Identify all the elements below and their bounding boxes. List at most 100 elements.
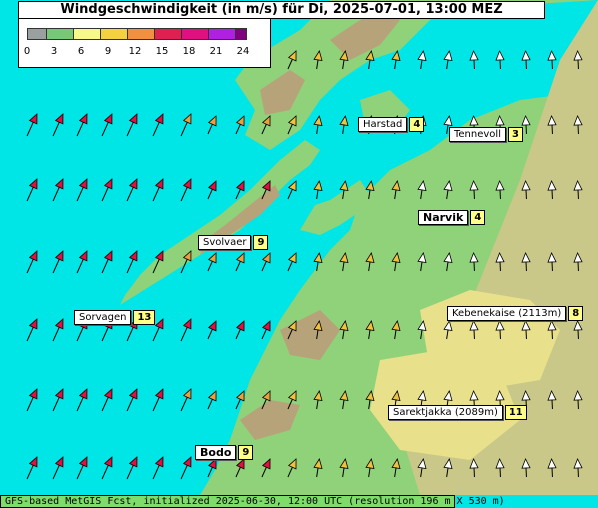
wind-arrow-head (154, 318, 164, 330)
wind-arrow-head (313, 180, 323, 191)
wind-arrow-head (78, 250, 88, 262)
wind-speed-legend: 0 3 6 9 12 15 18 21 24 (18, 18, 271, 68)
wind-arrow-head (261, 320, 271, 332)
wind-arrow-head (78, 388, 88, 400)
legend-swatch (235, 28, 247, 40)
place-wind-value: 9 (238, 445, 254, 460)
place-wind-value: 13 (133, 310, 156, 325)
map-canvas (26, 0, 598, 495)
wind-arrow-head (339, 180, 349, 191)
wind-arrow-head (28, 178, 38, 190)
forecast-footer: GFS-based MetGIS Fcst, initialized 2025-… (0, 495, 505, 508)
wind-arrow-head (54, 250, 64, 262)
legend-tick-label: 18 (182, 46, 196, 57)
wind-arrow-head (313, 115, 323, 126)
wind-arrow-head (54, 388, 64, 400)
wind-arrow-head (207, 390, 217, 402)
wind-arrow-head (182, 113, 192, 125)
place-name: Bodo (195, 445, 237, 460)
wind-arrow-head (78, 456, 88, 468)
legend-swatch (73, 28, 101, 40)
wind-arrow-head (103, 388, 113, 400)
wind-arrow-head (78, 113, 88, 125)
wind-arrow-head (128, 178, 138, 190)
wind-arrow-head (54, 178, 64, 190)
wind-arrow-head (207, 320, 217, 332)
wind-arrow-head (261, 252, 271, 264)
wind-arrow-head (28, 318, 38, 330)
place-label-sorvagen: Sorvagen 13 (74, 310, 156, 325)
legend-swatch (127, 28, 155, 40)
wind-arrow-head (154, 178, 164, 190)
wind-arrow-head (182, 318, 192, 330)
legend-tick-label: 24 (236, 46, 250, 57)
wind-arrow-head (207, 180, 217, 192)
legend-swatch (208, 28, 236, 40)
wind-arrow-head (128, 250, 138, 262)
wind-arrow-head (287, 180, 297, 192)
wind-arrow-head (182, 456, 192, 468)
legend-swatch (154, 28, 182, 40)
wind-arrow-head (28, 113, 38, 125)
place-wind-value: 3 (507, 127, 523, 142)
map-title: Windgeschwindigkeit (in m/s) für Di, 202… (18, 1, 545, 19)
place-label-narvik: Narvik 4 (418, 210, 486, 225)
wind-arrow-head (78, 178, 88, 190)
place-name: Sorvagen (74, 310, 132, 325)
wind-arrow-head (54, 456, 64, 468)
legend-color-bar (27, 28, 247, 40)
wind-map: Windgeschwindigkeit (in m/s) für Di, 202… (0, 0, 598, 508)
wind-arrow-head (128, 456, 138, 468)
wind-arrow-head (469, 50, 479, 61)
legend-tick-label: 3 (50, 46, 58, 57)
wind-arrow-head (495, 50, 505, 61)
wind-arrow-head (54, 113, 64, 125)
wind-arrow-head (54, 318, 64, 330)
wind-arrow-head (28, 388, 38, 400)
legend-tick-label: 12 (128, 46, 142, 57)
wind-arrow-head (235, 320, 245, 332)
wind-arrow-head (154, 113, 164, 125)
place-label-harstad: Harstad 4 (358, 117, 425, 132)
wind-arrow-head (417, 50, 427, 61)
wind-arrow-head (365, 180, 375, 191)
wind-arrow-head (154, 456, 164, 468)
place-wind-value: 4 (409, 117, 425, 132)
wind-arrow-head (521, 50, 531, 61)
place-name: Harstad (358, 117, 408, 132)
wind-arrow-head (28, 250, 38, 262)
place-wind-value: 9 (253, 235, 269, 250)
place-name: Narvik (418, 210, 469, 225)
wind-arrow-head (182, 388, 192, 400)
wind-arrow-head (103, 113, 113, 125)
wind-arrow-head (391, 50, 401, 61)
wind-arrow-head (207, 115, 217, 127)
place-name: Kebenekaise (2113m) (447, 306, 567, 321)
wind-arrow-head (235, 115, 245, 127)
wind-arrow-head (154, 388, 164, 400)
place-wind-value: 11 (504, 405, 527, 420)
wind-arrow-head (235, 180, 245, 192)
wind-arrow-head (103, 250, 113, 262)
wind-arrow-head (103, 178, 113, 190)
wind-arrow-head (207, 252, 217, 264)
legend-tick-label: 0 (23, 46, 31, 57)
wind-arrow-head (235, 252, 245, 264)
wind-arrow-head (339, 115, 349, 126)
wind-arrow-head (103, 456, 113, 468)
legend-swatch (100, 28, 128, 40)
legend-tick-label: 21 (209, 46, 223, 57)
place-label-tennevoll: Tennevoll 3 (449, 127, 523, 142)
place-label-kebenekaise: Kebenekaise (2113m) 8 (447, 306, 584, 321)
wind-arrow-head (128, 388, 138, 400)
place-wind-value: 8 (568, 306, 584, 321)
wind-arrow-head (443, 50, 453, 61)
wind-arrow-head (443, 115, 453, 126)
place-name: Tennevoll (449, 127, 506, 142)
wind-arrow-head (128, 113, 138, 125)
wind-arrow-head (235, 390, 245, 402)
legend-swatch (181, 28, 209, 40)
place-label-bodo: Bodo 9 (195, 445, 254, 460)
wind-arrow-head (207, 458, 217, 470)
legend-tick-label: 9 (104, 46, 112, 57)
